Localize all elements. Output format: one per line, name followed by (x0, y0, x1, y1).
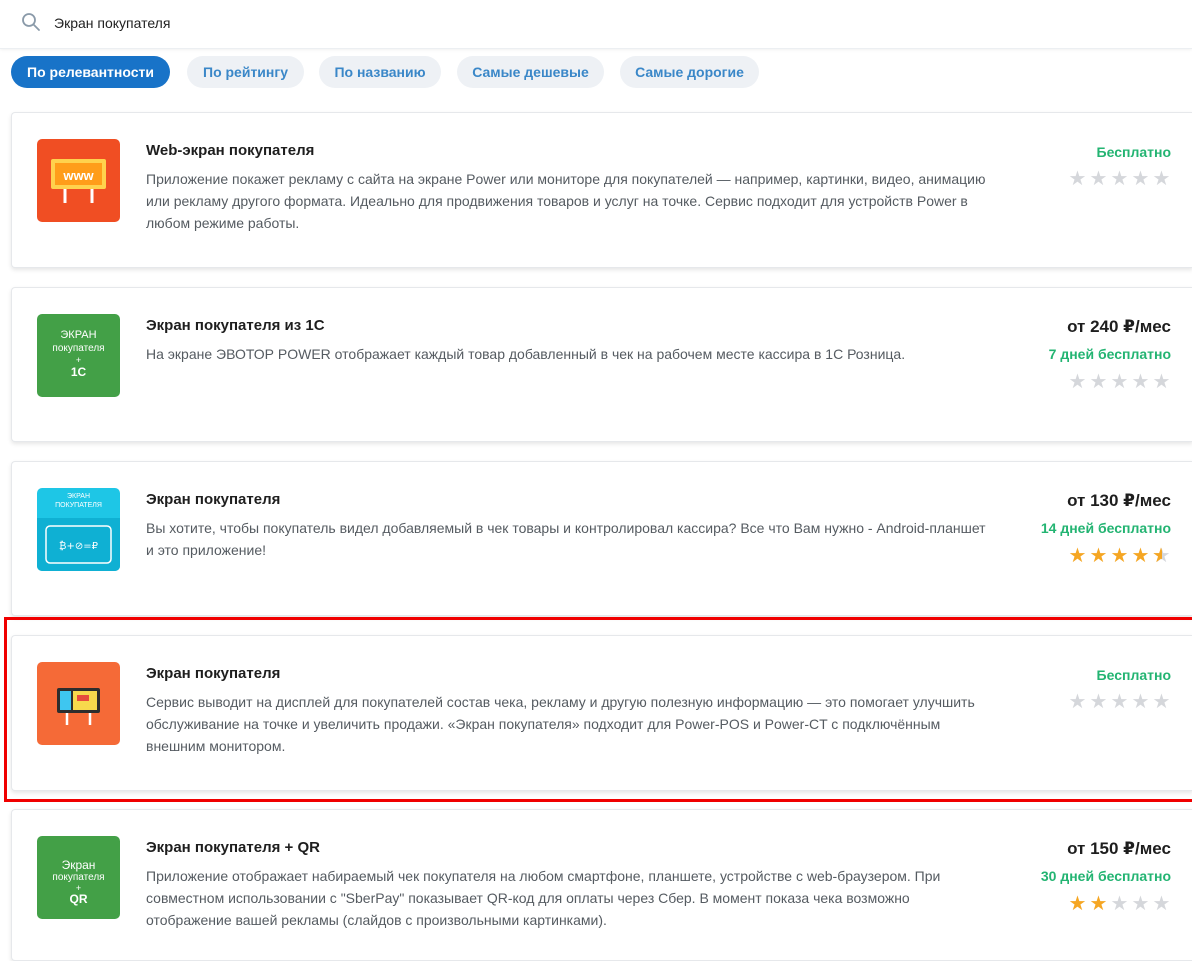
rating-stars: ★ ★ ★ ★ ★ (1068, 894, 1171, 914)
logo-label: QR (69, 892, 88, 906)
app-description: Приложение отображает набираемый чек пок… (146, 868, 941, 928)
rating-stars: ★ ★ ★ ★ ★ (1068, 546, 1171, 566)
app-description: На экране ЭВОТОР POWER отображает каждый… (146, 346, 906, 362)
screen-1c-logo-icon: ЭКРАН покупателя + 1С (37, 314, 120, 397)
screen-qr-logo-icon: Экран покупателя + QR (37, 836, 120, 919)
search-input[interactable] (54, 10, 654, 36)
star-icon: ★ (1131, 545, 1150, 567)
star-icon: ★ (1068, 371, 1087, 393)
app-description: Вы хотите, чтобы покупатель видел добавл… (146, 520, 986, 558)
app-card[interactable]: ЭКРАН ПОКУПАТЕЛЯ ₿+⊘=₽ Экран покупателя … (11, 461, 1192, 616)
logo-label: ЭКРАН (60, 329, 97, 341)
sort-tab-name[interactable]: По названию (319, 56, 441, 88)
star-icon: ★ (1152, 168, 1171, 190)
trial-period: 7 дней бесплатно (1048, 346, 1171, 362)
app-title[interactable]: Экран покупателя из 1С (146, 317, 325, 334)
star-icon: ★ (1110, 168, 1129, 190)
rating-stars: ★ ★ ★ ★ ★ (1068, 169, 1171, 189)
svg-text:₿+⊘=₽: ₿+⊘=₽ (59, 540, 99, 552)
sort-tab-relevance[interactable]: По релевантности (11, 56, 170, 88)
sort-tab-rating[interactable]: По рейтингу (187, 56, 304, 88)
app-title[interactable]: Web-экран покупателя (146, 142, 314, 159)
star-icon: ★ (1152, 893, 1171, 915)
app-price: Бесплатно (1096, 144, 1171, 160)
sort-tab-cheapest[interactable]: Самые дешевые (457, 56, 604, 88)
star-icon: ★ (1152, 546, 1171, 566)
star-icon: ★ (1089, 371, 1108, 393)
app-description: Приложение покажет рекламу с сайта на эк… (146, 171, 986, 231)
logo-label: покупателя (52, 343, 105, 354)
star-icon: ★ (1131, 371, 1150, 393)
selection-highlight (4, 617, 1192, 802)
sort-tab-expensive[interactable]: Самые дорогие (620, 56, 759, 88)
star-icon: ★ (1068, 168, 1087, 190)
www-billboard-icon: www (37, 139, 120, 222)
star-icon: ★ (1131, 168, 1150, 190)
app-card[interactable]: www Web-экран покупателя Приложение пока… (11, 112, 1192, 268)
star-icon: ★ (1068, 893, 1087, 915)
app-price: от 150 ₽/мес (1067, 839, 1171, 858)
star-icon: ★ (1110, 371, 1129, 393)
star-icon: ★ (1089, 545, 1108, 567)
logo-label: покупателя (52, 872, 105, 883)
trial-period: 30 дней бесплатно (1040, 868, 1171, 884)
star-icon: ★ (1089, 168, 1108, 190)
app-price: от 130 ₽/мес (1067, 491, 1171, 510)
app-card[interactable]: ЭКРАН покупателя + 1С Экран покупателя и… (11, 287, 1192, 442)
star-icon: ★ (1131, 893, 1150, 915)
trial-period: 14 дней бесплатно (1040, 520, 1171, 536)
star-icon: ★ (1110, 893, 1129, 915)
logo-label: Экран (61, 858, 96, 872)
star-icon: ★ (1110, 545, 1129, 567)
app-card[interactable]: Экран покупателя + QR Экран покупателя +… (11, 809, 1192, 961)
logo-label: 1С (70, 365, 87, 379)
star-icon: ★ (1068, 545, 1087, 567)
customer-screen-tablet-icon: ЭКРАН ПОКУПАТЕЛЯ ₿+⊘=₽ (37, 488, 120, 571)
search-bar (0, 0, 1192, 49)
logo-label: www (63, 168, 94, 183)
star-icon: ★ (1152, 371, 1171, 393)
app-title[interactable]: Экран покупателя + QR (146, 839, 320, 856)
logo-label: + (75, 355, 82, 365)
star-icon: ★ (1089, 893, 1108, 915)
app-title[interactable]: Экран покупателя (146, 491, 280, 508)
rating-stars: ★ ★ ★ ★ ★ (1068, 372, 1171, 392)
search-icon[interactable] (21, 12, 41, 32)
app-price: от 240 ₽/мес (1067, 317, 1171, 336)
